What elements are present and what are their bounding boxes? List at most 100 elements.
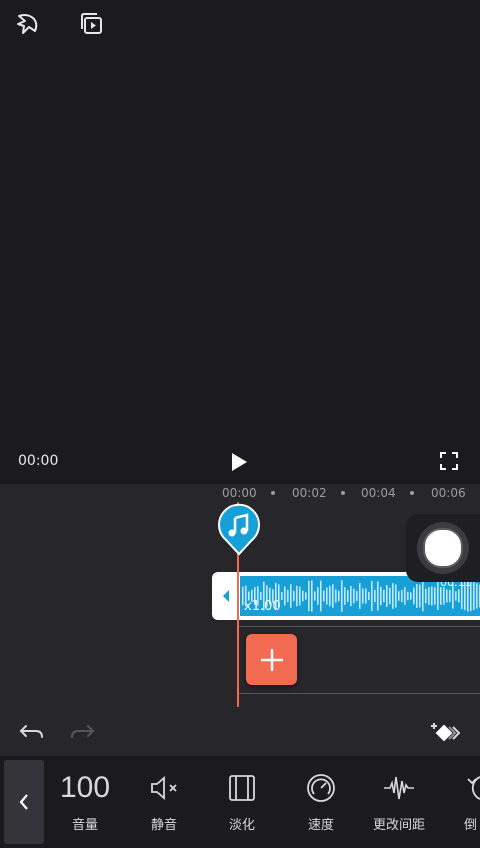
ruler-label: 00:00 — [222, 486, 257, 500]
waveform-bar — [473, 581, 475, 611]
waveform-bar — [365, 588, 367, 604]
fullscreen-button[interactable] — [438, 450, 460, 472]
tool-pitch[interactable]: 更改间距 — [364, 768, 434, 833]
ruler-label: 00:02 — [292, 486, 327, 500]
waveform-bar — [293, 590, 295, 602]
waveform-bar — [290, 584, 292, 608]
waveform-bar — [371, 580, 373, 612]
waveform-bar — [320, 580, 322, 612]
record-button[interactable] — [417, 522, 469, 574]
ruler-label: 00:04 — [361, 486, 396, 500]
waveform-bar — [335, 589, 337, 603]
redo-icon — [71, 725, 95, 738]
waveform-bar — [476, 583, 478, 609]
waveform-bar — [449, 589, 451, 603]
waveform-bar — [323, 590, 325, 602]
waveform-bar — [446, 589, 448, 603]
waveform-bar — [302, 590, 304, 602]
waveform-bar — [443, 587, 445, 605]
waveform-bar — [332, 584, 334, 608]
undo-button[interactable] — [18, 722, 46, 744]
waveform-bar — [305, 592, 307, 600]
waveform-bar — [314, 591, 316, 601]
waveform-bar — [440, 587, 442, 605]
waveform-bar — [299, 586, 301, 606]
back-button[interactable] — [4, 760, 44, 844]
play-button[interactable] — [226, 449, 252, 475]
tool-reverse[interactable]: 倒 — [440, 768, 480, 833]
waveform-bar — [410, 592, 412, 600]
waveform-bar — [329, 585, 331, 607]
undo-icon — [19, 725, 43, 738]
waveform-bar — [311, 580, 313, 612]
speed-icon — [307, 774, 335, 802]
tool-label: 速度 — [307, 818, 334, 833]
waveform-bar — [416, 584, 418, 608]
clip-speed-label: x1.00 — [244, 599, 281, 614]
reverse-icon — [467, 776, 480, 800]
waveform-bar — [326, 587, 328, 605]
waveform-bar — [431, 586, 433, 606]
fullscreen-icon — [440, 452, 458, 470]
waveform-bar — [413, 587, 415, 605]
pitch-icon — [384, 776, 414, 800]
waveform-bar — [344, 587, 346, 605]
waveform-bar — [353, 588, 355, 604]
waveform-bar — [425, 588, 427, 604]
music-marker-icon[interactable] — [216, 502, 262, 556]
waveform-bar — [419, 584, 421, 608]
volume-value: 100 — [59, 771, 111, 804]
waveform-bar — [356, 591, 358, 601]
waveform-bar — [458, 589, 460, 603]
ruler-label: 00:06 — [431, 486, 466, 500]
waveform-bar — [392, 583, 394, 609]
waveform-bar — [287, 589, 289, 603]
waveform-bar — [338, 590, 340, 602]
tool-volume[interactable]: 100 音量 — [50, 768, 120, 833]
waveform-bar — [428, 587, 430, 605]
keyframe-icon — [431, 723, 461, 742]
plus-icon — [260, 648, 283, 671]
clip-trim-handle[interactable] — [212, 572, 240, 620]
waveform-bar — [347, 589, 349, 603]
waveform-bar — [350, 585, 352, 607]
waveform-bar — [308, 580, 310, 612]
waveform-bar — [434, 587, 436, 605]
tool-speed[interactable]: 速度 — [286, 768, 356, 833]
mute-icon — [151, 776, 177, 800]
tool-label: 淡化 — [228, 818, 255, 833]
redo-button[interactable] — [68, 722, 96, 744]
waveform-bar — [368, 591, 370, 601]
tool-label: 倒 — [464, 818, 478, 833]
waveform-bar — [386, 585, 388, 607]
waveform-bar — [362, 588, 364, 604]
tool-mute[interactable]: 静音 — [129, 768, 199, 833]
tool-fade[interactable]: 淡化 — [207, 768, 277, 833]
waveform-bar — [374, 589, 376, 603]
chevron-left-icon — [19, 794, 28, 810]
add-clip-button[interactable] — [246, 634, 297, 685]
waveform-bar — [404, 587, 406, 605]
add-keyframe-button[interactable] — [428, 720, 462, 746]
waveform-bar — [284, 586, 286, 606]
ruler-dot — [410, 491, 414, 495]
waveform-bar — [401, 590, 403, 602]
waveform-bar — [341, 580, 343, 612]
effects-icon[interactable] — [14, 10, 42, 38]
tool-label: 静音 — [150, 818, 177, 833]
ruler-dot — [271, 491, 275, 495]
waveform-bar — [296, 585, 298, 607]
waveform-bar — [395, 584, 397, 608]
tool-label: 更改间距 — [372, 818, 425, 833]
waveform-bar — [422, 580, 424, 612]
waveform-bar — [317, 587, 319, 605]
waveform-bar — [281, 592, 283, 600]
chevron-left-icon — [223, 590, 229, 602]
record-icon — [423, 528, 463, 568]
waveform-bar — [437, 582, 439, 610]
waveform-bar — [407, 591, 409, 601]
waveform-bar — [380, 586, 382, 606]
waveform-bar — [359, 582, 361, 610]
preview-play-icon[interactable] — [78, 10, 106, 38]
waveform-bar — [398, 591, 400, 601]
